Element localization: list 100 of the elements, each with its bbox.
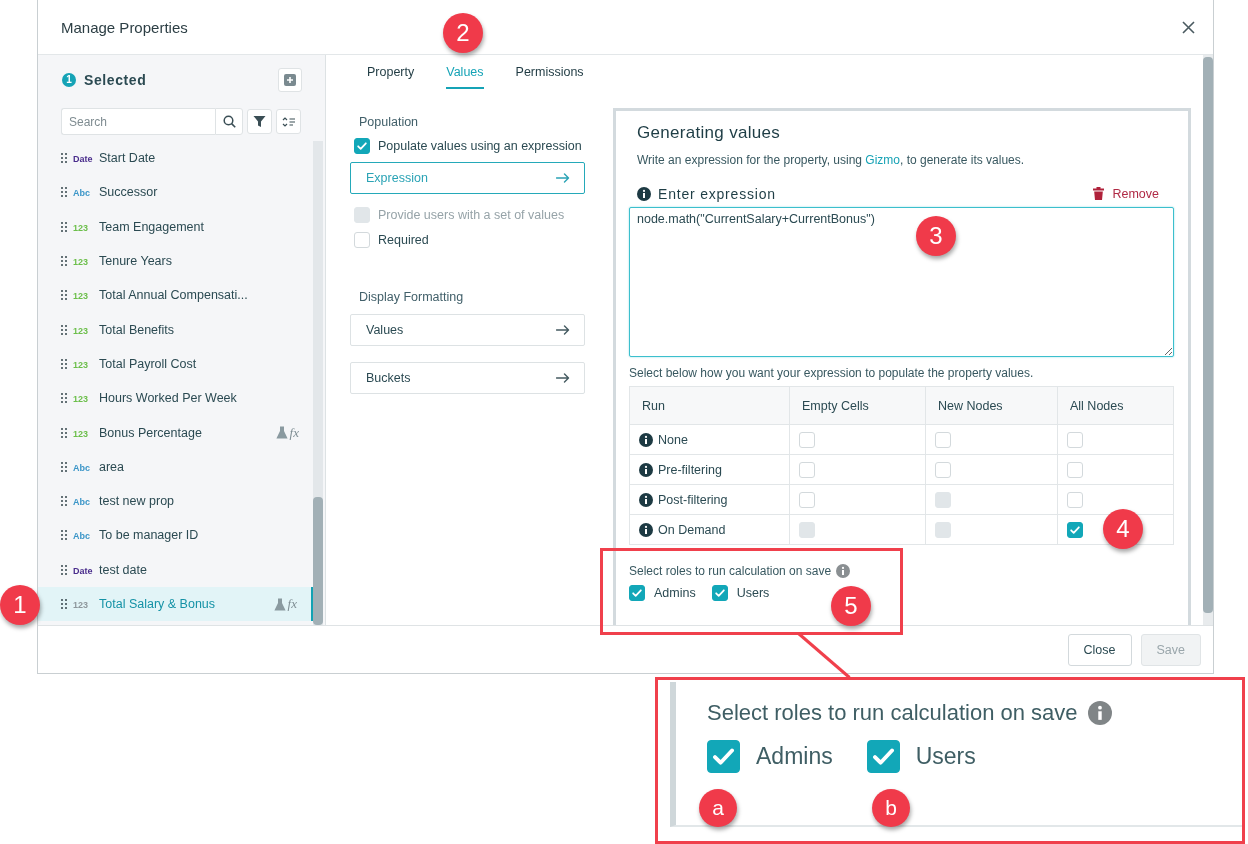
list-item[interactable]: 123 Team Engagement	[38, 209, 313, 244]
dialog-button[interactable]: Close	[1067, 633, 1132, 666]
property-name: Team Engagement	[99, 219, 205, 234]
trash-icon	[1093, 187, 1105, 200]
checkbox[interactable]	[629, 585, 645, 601]
list-item[interactable]: 123 Hours Worked Per Week	[38, 381, 313, 416]
formula-label: fx	[289, 424, 299, 441]
callout-marker: b	[872, 789, 910, 827]
type-label: 123	[73, 599, 90, 610]
check-icon	[630, 586, 644, 600]
add-button[interactable]	[278, 67, 302, 92]
column-header: All Nodes	[1057, 386, 1174, 425]
panel-heading: Selected	[84, 71, 147, 88]
info-icon	[637, 186, 651, 201]
section-heading: Display Formatting	[358, 289, 465, 306]
flask-icon	[273, 597, 286, 611]
grip-icon[interactable]	[61, 530, 67, 541]
tab[interactable]: Property	[367, 55, 415, 89]
navigation-button[interactable]: Buckets	[350, 362, 585, 394]
grip-icon[interactable]	[61, 221, 67, 232]
filter-icon	[253, 115, 266, 128]
checkbox-label: Populate values using an expression	[378, 138, 582, 153]
list-item[interactable]: 123 Total Benefits	[38, 312, 313, 347]
grip-icon[interactable]	[61, 187, 67, 198]
sort-icon	[281, 115, 296, 128]
type-label: Date	[73, 564, 94, 576]
property-name: area	[99, 459, 126, 474]
arrow-icon	[556, 325, 570, 335]
grip-icon[interactable]	[61, 427, 67, 438]
scrollbar[interactable]	[313, 141, 323, 625]
property-name: Bonus Percentage	[99, 425, 203, 440]
row-label: Post-filtering	[658, 492, 728, 507]
check-icon	[712, 586, 727, 600]
list-item[interactable]: Abc Successor	[38, 175, 313, 210]
grip-icon[interactable]	[61, 358, 67, 369]
grip-icon[interactable]	[61, 496, 67, 507]
type-label: 123	[73, 427, 90, 439]
info-icon	[639, 492, 653, 507]
list-item[interactable]: Abc test new prop	[38, 483, 313, 519]
grip-icon[interactable]	[61, 393, 67, 404]
type-label: Abc	[73, 187, 91, 199]
grip-icon[interactable]	[61, 256, 67, 267]
info-icon	[1087, 701, 1112, 725]
list-item[interactable]: 123 Tenure Years	[38, 243, 313, 279]
info-icon	[639, 462, 653, 477]
search-icon	[222, 115, 236, 128]
arrow-icon	[556, 173, 570, 183]
property-name: Total Annual Compensati...	[99, 288, 249, 303]
grip-icon[interactable]	[61, 564, 67, 575]
filter-button[interactable]	[247, 109, 272, 134]
list-item[interactable]: Abc area	[38, 449, 313, 484]
property-name: Start Date	[99, 151, 157, 166]
search-button[interactable]	[215, 108, 243, 135]
scrollbar[interactable]	[1203, 55, 1213, 625]
column-header: Empty Cells	[789, 386, 926, 425]
info-icon	[639, 432, 653, 447]
checkbox[interactable]	[1067, 521, 1083, 538]
callout-marker: 1	[0, 585, 40, 625]
navigation-button[interactable]: Values	[350, 314, 585, 346]
list-item[interactable]: Date Start Date	[38, 141, 313, 176]
property-name: Total Payroll Cost	[99, 356, 198, 371]
type-label: Abc	[73, 496, 91, 508]
close-icon[interactable]	[1182, 20, 1195, 34]
callout-marker: a	[699, 789, 737, 827]
search-field[interactable]: Search	[61, 108, 215, 135]
property-name: Tenure Years	[99, 254, 173, 269]
grip-icon[interactable]	[61, 324, 67, 335]
column-header: Run	[629, 386, 790, 425]
checkbox[interactable]	[707, 740, 740, 773]
property-name: Hours Worked Per Week	[99, 391, 238, 406]
plus-icon	[284, 73, 296, 86]
checkbox-label: Users	[736, 586, 770, 600]
grip-icon[interactable]	[61, 461, 67, 472]
row-label: None	[658, 432, 688, 447]
grip-icon[interactable]	[61, 599, 67, 609]
flask-icon	[275, 426, 288, 439]
grip-icon[interactable]	[61, 290, 67, 301]
checkbox[interactable]	[354, 137, 370, 154]
list-item[interactable]: 123 Bonus Percentage fx	[38, 415, 313, 450]
property-name: Successor	[99, 185, 159, 200]
remove-button[interactable]: Remove	[1093, 186, 1159, 201]
grip-icon[interactable]	[61, 153, 67, 164]
type-label: 123	[73, 290, 90, 302]
type-label: Date	[73, 153, 94, 165]
checkbox[interactable]	[711, 585, 728, 601]
type-label: 123	[73, 221, 90, 233]
list-item[interactable]: Abc To be manager ID	[38, 518, 313, 553]
roles-label: Select roles to run calculation on save	[629, 564, 832, 578]
list-item[interactable]: 123 Total Payroll Cost	[38, 346, 313, 382]
list-item[interactable]: Date test date	[38, 552, 313, 587]
list-item[interactable]: 123 Total Annual Compensati...	[38, 278, 313, 313]
checkbox[interactable]	[866, 740, 900, 773]
description-text: Write an expression for the property, using Gizmo, to generate its values.	[636, 152, 1026, 169]
checkbox-label: Admins	[756, 743, 833, 770]
checkbox-label: Admins	[654, 586, 696, 600]
type-label: 123	[73, 358, 90, 370]
type-label: 123	[73, 393, 90, 405]
property-name: Total Salary & Bonus	[99, 597, 217, 611]
type-label: 123	[73, 324, 90, 336]
tab[interactable]: Permissions	[515, 55, 584, 89]
